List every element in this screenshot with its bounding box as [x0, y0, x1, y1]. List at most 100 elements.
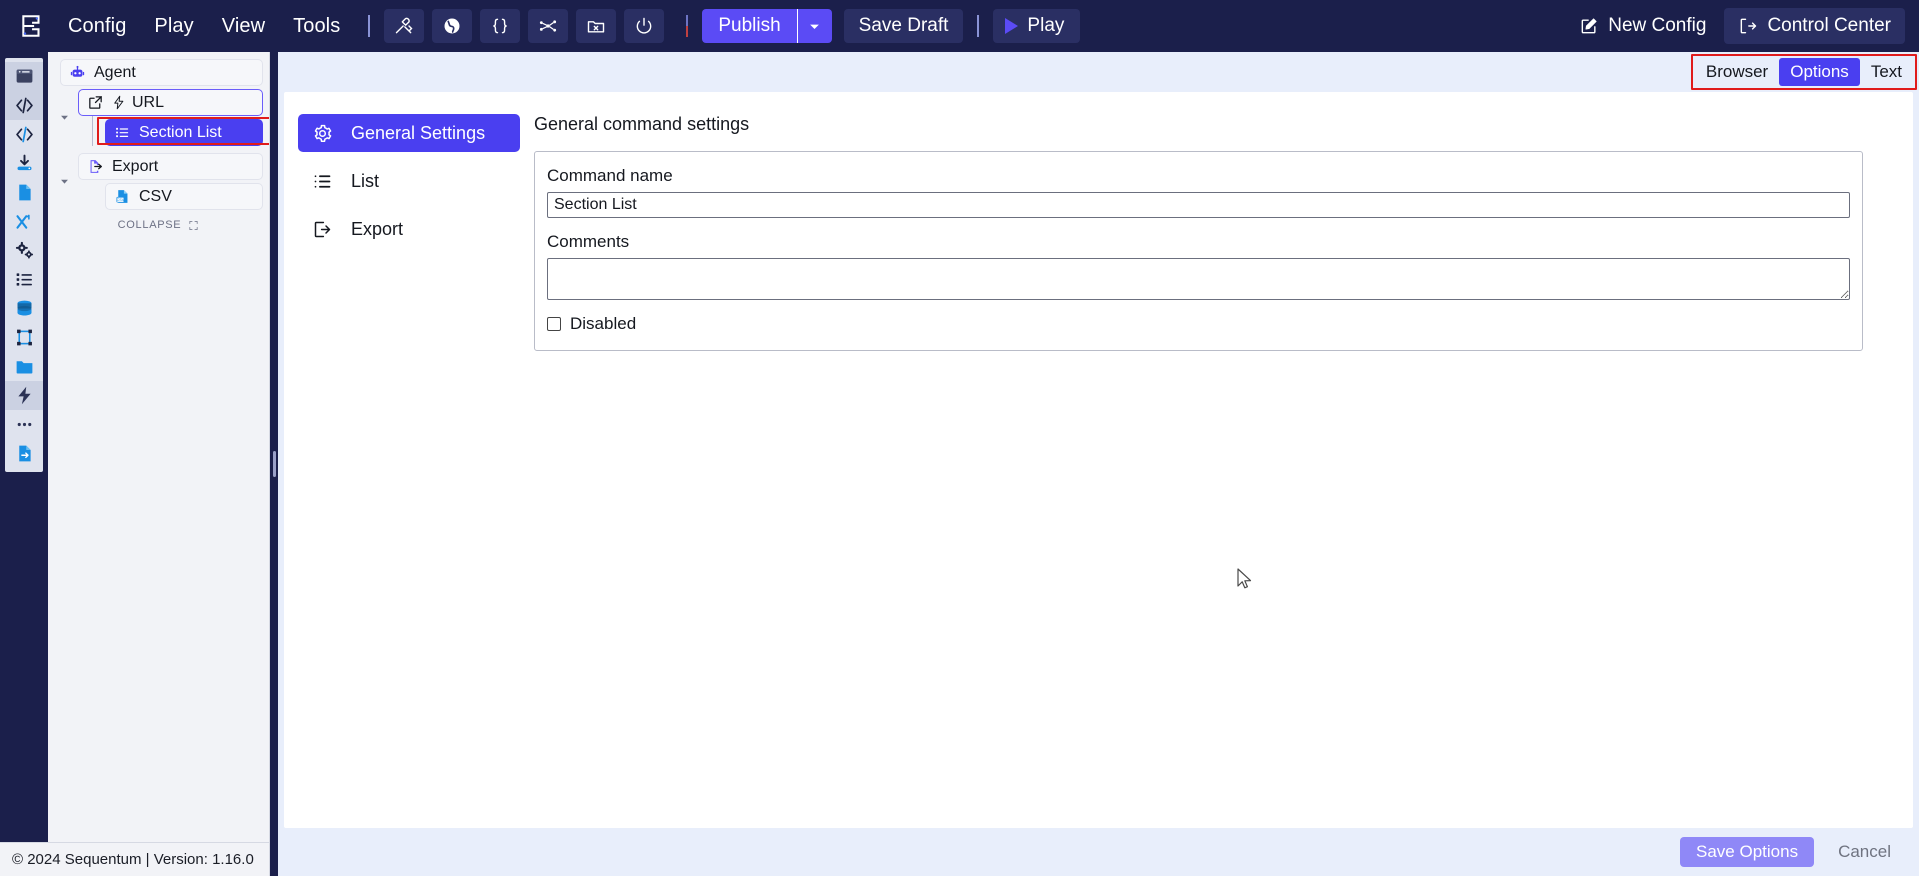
tree-export-child-wrap: CSV CSV — [72, 180, 269, 210]
comments-textarea[interactable] — [547, 258, 1850, 300]
power-button[interactable] — [624, 9, 664, 43]
command-name-input[interactable] — [547, 192, 1850, 218]
xpath-icon — [14, 211, 35, 232]
globe-icon — [442, 16, 462, 36]
publish-dropdown-button[interactable] — [798, 9, 832, 43]
menu-play[interactable]: Play — [140, 9, 207, 44]
save-options-button[interactable]: Save Options — [1680, 837, 1814, 867]
collapse-tree-button[interactable]: COLLAPSE — [48, 210, 269, 231]
folder-close-button[interactable] — [576, 9, 616, 43]
nav-general-settings[interactable]: General Settings — [298, 114, 520, 152]
menu-config[interactable]: Config — [54, 9, 140, 44]
rail-code-tag-blue-button[interactable] — [5, 120, 43, 149]
tools-wrench-button[interactable] — [384, 9, 424, 43]
tree-caret-export[interactable] — [56, 176, 72, 187]
export-icon — [312, 219, 333, 240]
power-icon — [634, 16, 654, 36]
tree-node-export-label: Export — [112, 158, 158, 176]
status-bar-text: © 2024 Sequentum | Version: 1.16.0 — [12, 851, 254, 868]
nav-export-label: Export — [351, 219, 403, 240]
tree-url-child-wrap: Section List — [72, 116, 269, 146]
collapse-corners-icon — [188, 220, 199, 231]
panel-splitter[interactable] — [270, 52, 278, 876]
graph-nodes-icon — [538, 16, 558, 36]
rail-file-button[interactable] — [5, 178, 43, 207]
lightning-icon — [14, 385, 35, 406]
tree-node-export[interactable]: Export — [78, 153, 263, 180]
tree-node-section-list[interactable]: Section List — [105, 119, 263, 146]
tree-node-agent-label: Agent — [94, 64, 136, 82]
tree-node-url[interactable]: URL — [78, 89, 263, 116]
topbar-right-group: New Config Control Center — [1565, 8, 1911, 44]
section-title: General command settings — [534, 114, 1863, 135]
rail-selection-box-button[interactable] — [5, 323, 43, 352]
cancel-button[interactable]: Cancel — [1824, 837, 1905, 867]
icon-rail — [0, 52, 48, 876]
tree-node-url-label: URL — [132, 94, 164, 112]
caret-down-icon — [59, 112, 70, 123]
nav-list[interactable]: List — [298, 162, 520, 200]
external-link-icon — [85, 94, 105, 112]
view-toggle-text[interactable]: Text — [1860, 58, 1913, 86]
new-config-label: New Config — [1608, 15, 1706, 37]
save-draft-button[interactable]: Save Draft — [844, 9, 964, 43]
publish-group: Publish — [702, 9, 831, 43]
rail-browser-window-button[interactable] — [5, 62, 43, 91]
rail-gears-button[interactable] — [5, 236, 43, 265]
tree-group-url: URL — [48, 86, 269, 146]
rail-xpath-button[interactable] — [5, 207, 43, 236]
view-toggle-options[interactable]: Options — [1779, 58, 1860, 86]
tree-url-child-col: Section List — [99, 116, 269, 146]
general-settings-fieldset: Command name Comments Disabled — [534, 151, 1863, 351]
nav-general-settings-label: General Settings — [351, 123, 485, 144]
menu-view[interactable]: View — [208, 9, 279, 44]
more-dots-icon — [14, 414, 35, 435]
rail-download-button[interactable] — [5, 149, 43, 178]
folder-icon — [14, 356, 35, 377]
menu-tools[interactable]: Tools — [279, 9, 354, 44]
tree-group-url-children: URL — [72, 86, 269, 146]
tree-node-agent[interactable]: Agent — [60, 59, 263, 86]
command-name-label: Command name — [547, 166, 1850, 186]
rail-more-button[interactable] — [5, 410, 43, 439]
publish-button[interactable]: Publish — [702, 9, 796, 43]
rail-code-tag-button[interactable] — [5, 91, 43, 120]
view-toggle-browser[interactable]: Browser — [1695, 58, 1779, 86]
field-gap — [547, 218, 1850, 232]
tree-export-child-col: CSV CSV — [99, 180, 269, 210]
tree-node-csv[interactable]: CSV CSV — [105, 183, 263, 210]
chevron-down-icon — [807, 19, 822, 34]
globe-button[interactable] — [432, 9, 472, 43]
nav-list-label: List — [351, 171, 379, 192]
disabled-checkbox[interactable] — [547, 317, 561, 331]
rail-folder-button[interactable] — [5, 352, 43, 381]
top-toolbar: Config Play View Tools — [0, 0, 1919, 52]
toolbar-divider-1 — [368, 15, 370, 37]
browser-window-icon — [14, 66, 35, 87]
play-button[interactable]: Play — [993, 9, 1080, 43]
export-arrow-icon — [85, 158, 105, 176]
main-panel: Browser Options Text General Settings — [278, 52, 1919, 876]
robot-icon — [67, 64, 87, 82]
code-braces-button[interactable] — [480, 9, 520, 43]
caret-down-icon — [59, 176, 70, 187]
tree-node-csv-label: CSV — [139, 188, 172, 206]
rail-list-button[interactable] — [5, 265, 43, 294]
list-icon — [14, 269, 35, 290]
code-tag-icon — [14, 95, 35, 116]
rail-export-file-button[interactable] — [5, 439, 43, 468]
view-toggle: Browser Options Text — [1695, 58, 1913, 86]
export-file-icon — [14, 443, 35, 464]
disabled-row: Disabled — [547, 314, 1850, 334]
new-config-button[interactable]: New Config — [1565, 8, 1720, 44]
lightning-bolt-icon — [110, 95, 127, 110]
nav-export[interactable]: Export — [298, 210, 520, 248]
tree-group-export-children: Export — [72, 150, 269, 210]
rail-database-button[interactable] — [5, 294, 43, 323]
graph-nodes-button[interactable] — [528, 9, 568, 43]
rail-lightning-button[interactable] — [5, 381, 43, 410]
file-icon — [14, 182, 35, 203]
tree-caret-url[interactable] — [56, 112, 72, 123]
app-logo[interactable] — [10, 0, 54, 52]
control-center-button[interactable]: Control Center — [1724, 8, 1905, 44]
